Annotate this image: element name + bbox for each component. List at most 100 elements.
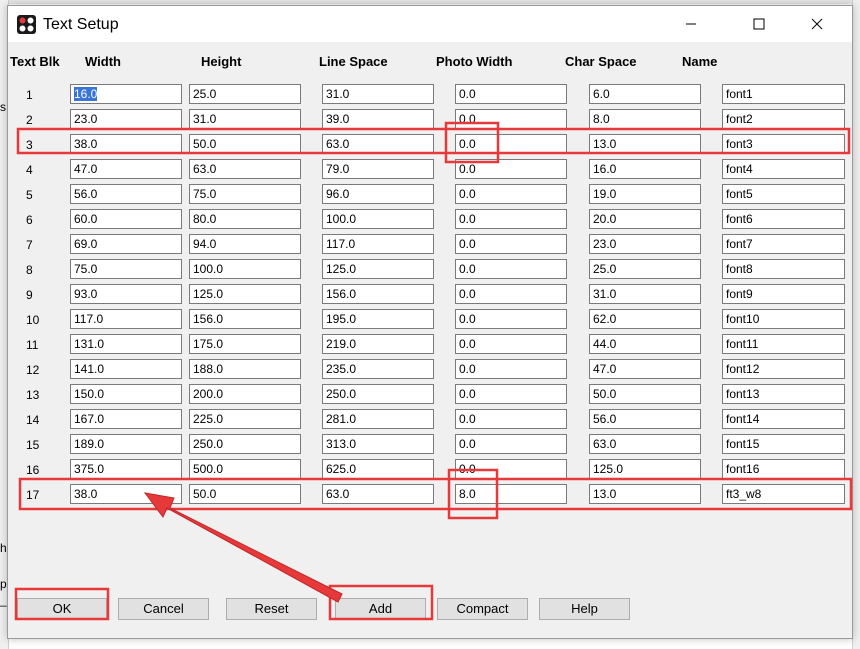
- height-field[interactable]: 225.0: [189, 409, 301, 429]
- line-space-field[interactable]: 219.0: [322, 334, 434, 354]
- line-space-field[interactable]: 39.0: [322, 109, 434, 129]
- name-field[interactable]: font1: [722, 84, 845, 104]
- photo-width-field[interactable]: 0.0: [455, 434, 567, 454]
- title-bar[interactable]: Text Setup: [8, 6, 852, 42]
- height-field[interactable]: 63.0: [189, 159, 301, 179]
- width-field[interactable]: 167.0: [70, 409, 182, 429]
- name-field[interactable]: font13: [722, 384, 845, 404]
- help-button[interactable]: Help: [539, 598, 630, 620]
- line-space-field[interactable]: 63.0: [322, 484, 434, 504]
- width-field[interactable]: 38.0: [70, 134, 182, 154]
- line-space-field[interactable]: 250.0: [322, 384, 434, 404]
- line-space-field[interactable]: 195.0: [322, 309, 434, 329]
- name-field[interactable]: font11: [722, 334, 845, 354]
- width-field[interactable]: 69.0: [70, 234, 182, 254]
- name-field[interactable]: font7: [722, 234, 845, 254]
- name-field[interactable]: font6: [722, 209, 845, 229]
- add-button[interactable]: Add: [335, 598, 426, 620]
- line-space-field[interactable]: 125.0: [322, 259, 434, 279]
- width-field[interactable]: 189.0: [70, 434, 182, 454]
- width-field[interactable]: 131.0: [70, 334, 182, 354]
- char-space-field[interactable]: 23.0: [589, 234, 701, 254]
- char-space-field[interactable]: 20.0: [589, 209, 701, 229]
- compact-button[interactable]: Compact: [437, 598, 528, 620]
- line-space-field[interactable]: 281.0: [322, 409, 434, 429]
- height-field[interactable]: 100.0: [189, 259, 301, 279]
- height-field[interactable]: 175.0: [189, 334, 301, 354]
- width-field[interactable]: 150.0: [70, 384, 182, 404]
- close-button[interactable]: [794, 6, 840, 42]
- height-field[interactable]: 188.0: [189, 359, 301, 379]
- char-space-field[interactable]: 125.0: [589, 459, 701, 479]
- line-space-field[interactable]: 96.0: [322, 184, 434, 204]
- reset-button[interactable]: Reset: [226, 598, 317, 620]
- height-field[interactable]: 200.0: [189, 384, 301, 404]
- name-field[interactable]: font3: [722, 134, 845, 154]
- minimize-button[interactable]: [668, 6, 714, 42]
- photo-width-field[interactable]: 0.0: [455, 459, 567, 479]
- char-space-field[interactable]: 19.0: [589, 184, 701, 204]
- width-field[interactable]: 16.0: [70, 84, 182, 104]
- height-field[interactable]: 50.0: [189, 484, 301, 504]
- height-field[interactable]: 31.0: [189, 109, 301, 129]
- photo-width-field[interactable]: 0.0: [455, 84, 567, 104]
- photo-width-field[interactable]: 0.0: [455, 284, 567, 304]
- name-field[interactable]: font8: [722, 259, 845, 279]
- name-field[interactable]: font10: [722, 309, 845, 329]
- char-space-field[interactable]: 56.0: [589, 409, 701, 429]
- height-field[interactable]: 80.0: [189, 209, 301, 229]
- char-space-field[interactable]: 16.0: [589, 159, 701, 179]
- line-space-field[interactable]: 63.0: [322, 134, 434, 154]
- name-field[interactable]: font16: [722, 459, 845, 479]
- height-field[interactable]: 25.0: [189, 84, 301, 104]
- width-field[interactable]: 117.0: [70, 309, 182, 329]
- char-space-field[interactable]: 13.0: [589, 484, 701, 504]
- char-space-field[interactable]: 25.0: [589, 259, 701, 279]
- name-field[interactable]: font12: [722, 359, 845, 379]
- char-space-field[interactable]: 8.0: [589, 109, 701, 129]
- char-space-field[interactable]: 6.0: [589, 84, 701, 104]
- char-space-field[interactable]: 13.0: [589, 134, 701, 154]
- width-field[interactable]: 60.0: [70, 209, 182, 229]
- photo-width-field[interactable]: 0.0: [455, 334, 567, 354]
- height-field[interactable]: 75.0: [189, 184, 301, 204]
- photo-width-field[interactable]: 0.0: [455, 134, 567, 154]
- photo-width-field[interactable]: 0.0: [455, 184, 567, 204]
- photo-width-field[interactable]: 0.0: [455, 409, 567, 429]
- photo-width-field[interactable]: 8.0: [455, 484, 567, 504]
- photo-width-field[interactable]: 0.0: [455, 234, 567, 254]
- ok-button[interactable]: OK: [17, 598, 107, 620]
- line-space-field[interactable]: 235.0: [322, 359, 434, 379]
- char-space-field[interactable]: 47.0: [589, 359, 701, 379]
- char-space-field[interactable]: 31.0: [589, 284, 701, 304]
- char-space-field[interactable]: 63.0: [589, 434, 701, 454]
- height-field[interactable]: 94.0: [189, 234, 301, 254]
- cancel-button[interactable]: Cancel: [118, 598, 209, 620]
- char-space-field[interactable]: 44.0: [589, 334, 701, 354]
- char-space-field[interactable]: 50.0: [589, 384, 701, 404]
- photo-width-field[interactable]: 0.0: [455, 109, 567, 129]
- name-field[interactable]: font2: [722, 109, 845, 129]
- photo-width-field[interactable]: 0.0: [455, 159, 567, 179]
- line-space-field[interactable]: 117.0: [322, 234, 434, 254]
- name-field[interactable]: font15: [722, 434, 845, 454]
- name-field[interactable]: font14: [722, 409, 845, 429]
- name-field[interactable]: ft3_w8: [722, 484, 845, 504]
- char-space-field[interactable]: 62.0: [589, 309, 701, 329]
- width-field[interactable]: 56.0: [70, 184, 182, 204]
- name-field[interactable]: font4: [722, 159, 845, 179]
- line-space-field[interactable]: 156.0: [322, 284, 434, 304]
- photo-width-field[interactable]: 0.0: [455, 259, 567, 279]
- name-field[interactable]: font9: [722, 284, 845, 304]
- photo-width-field[interactable]: 0.0: [455, 359, 567, 379]
- photo-width-field[interactable]: 0.0: [455, 209, 567, 229]
- name-field[interactable]: font5: [722, 184, 845, 204]
- width-field[interactable]: 375.0: [70, 459, 182, 479]
- width-field[interactable]: 23.0: [70, 109, 182, 129]
- photo-width-field[interactable]: 0.0: [455, 384, 567, 404]
- height-field[interactable]: 500.0: [189, 459, 301, 479]
- line-space-field[interactable]: 31.0: [322, 84, 434, 104]
- line-space-field[interactable]: 313.0: [322, 434, 434, 454]
- width-field[interactable]: 47.0: [70, 159, 182, 179]
- maximize-button[interactable]: [736, 6, 782, 42]
